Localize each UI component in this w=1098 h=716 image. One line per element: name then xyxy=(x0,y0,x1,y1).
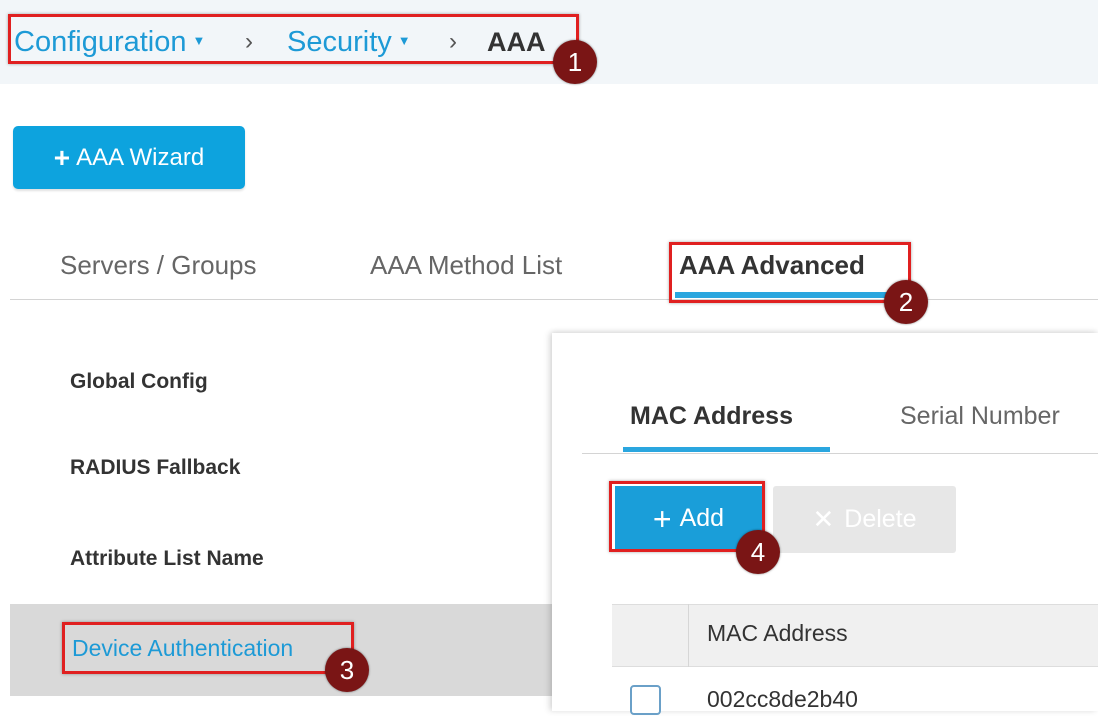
table-header xyxy=(612,604,1098,667)
delete-label: Delete xyxy=(844,505,917,533)
sidebar-item-radius-fallback[interactable]: RADIUS Fallback xyxy=(70,448,240,488)
tab-servers-groups[interactable]: Servers / Groups xyxy=(60,245,257,285)
table-column-divider xyxy=(688,604,689,667)
callout-badge-4: 4 xyxy=(736,530,780,574)
callout-badge-1: 1 xyxy=(553,40,597,84)
tabs-divider xyxy=(10,299,1098,300)
tab-mac-address[interactable]: MAC Address xyxy=(630,396,793,436)
callout-box-2 xyxy=(669,242,911,303)
callout-box-3 xyxy=(62,622,354,674)
plus-icon: + xyxy=(53,141,71,173)
sidebar-item-attribute-list-name[interactable]: Attribute List Name xyxy=(70,539,264,579)
aaa-wizard-label: AAA Wizard xyxy=(76,143,205,171)
callout-badge-3: 3 xyxy=(325,648,369,692)
delete-button[interactable]: ✕ Delete xyxy=(773,486,956,553)
column-header-mac-address[interactable]: MAC Address xyxy=(707,613,848,653)
sidebar-item-global-config[interactable]: Global Config xyxy=(70,362,208,402)
tab-serial-number[interactable]: Serial Number xyxy=(900,396,1060,436)
aaa-wizard-button[interactable]: + AAA Wizard xyxy=(13,126,245,189)
callout-box-1 xyxy=(8,14,579,64)
tab-aaa-method-list[interactable]: AAA Method List xyxy=(370,245,562,285)
active-sub-tab-indicator xyxy=(623,447,830,452)
callout-badge-2: 2 xyxy=(884,280,928,324)
close-icon: ✕ xyxy=(812,504,835,534)
sub-tabs-divider xyxy=(582,453,1098,454)
